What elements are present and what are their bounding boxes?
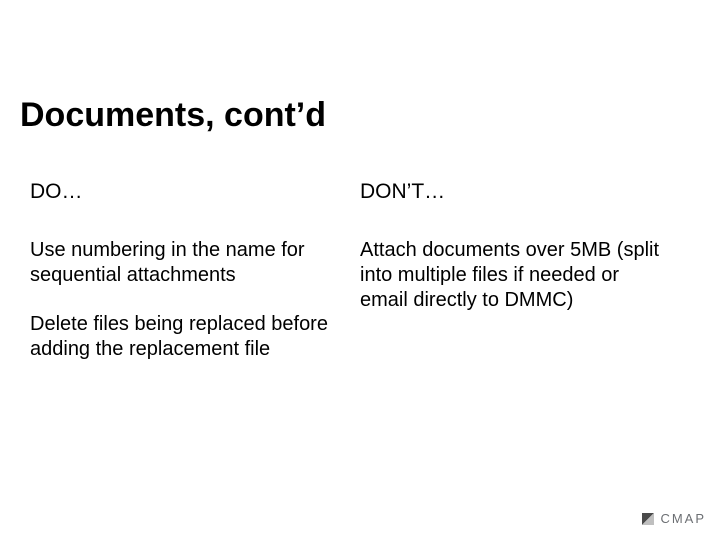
columns-container: DO… Use numbering in the name for sequen… [30,180,690,386]
slide-title: Documents, cont’d [20,96,326,135]
logo-mark-icon [642,513,654,525]
list-item: Use numbering in the name for sequential… [30,238,330,288]
list-item: Delete files being replaced before addin… [30,312,330,362]
logo-text: CMAP [660,511,706,526]
dont-column: DON’T… Attach documents over 5MB (split … [360,180,690,386]
slide: Documents, cont’d DO… Use numbering in t… [0,0,720,540]
do-column: DO… Use numbering in the name for sequen… [30,180,360,386]
do-header: DO… [30,180,340,204]
footer-logo: CMAP [642,511,706,526]
dont-header: DON’T… [360,180,670,204]
list-item: Attach documents over 5MB (split into mu… [360,238,660,313]
